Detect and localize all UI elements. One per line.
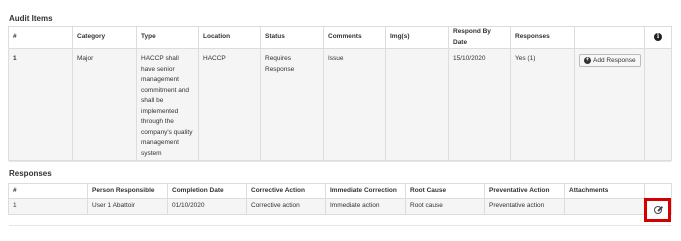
section-divider <box>9 161 671 162</box>
col-header-responses: Responses <box>510 26 575 49</box>
col-header-respond-by: Respond By Date <box>448 26 511 49</box>
audit-item-respond-by: 15/10/2020 <box>448 48 511 161</box>
resp-col-header-root-cause: Root Cause <box>405 183 485 199</box>
audit-item-category: Major <box>72 48 137 161</box>
col-header-info: i <box>644 26 672 49</box>
col-header-actions <box>574 26 645 49</box>
response-person: User 1 Abattoir <box>87 198 168 215</box>
responses-header-row: # Person Responsible Completion Date Cor… <box>8 183 672 199</box>
audit-item-row: 1 Major HACCP shall have senior manageme… <box>8 48 672 161</box>
col-header-status: Status <box>260 26 324 49</box>
response-corrective-action: Corrective action <box>246 198 326 215</box>
resp-col-header-attachments: Attachments <box>564 183 645 199</box>
audit-item-status: Requires Response <box>260 48 324 161</box>
audit-items-table: # Category Type Location Status Comments… <box>8 26 672 161</box>
info-icon[interactable]: i <box>654 33 662 42</box>
resp-col-header-corrective-action: Corrective Action <box>246 183 326 199</box>
response-row: 1 User 1 Abattoir 01/10/2020 Corrective … <box>8 198 672 215</box>
add-response-button[interactable]: + Add Response <box>579 54 641 67</box>
col-header-imgs: Img(s) <box>385 26 449 49</box>
audit-item-imgs <box>385 48 449 161</box>
response-num: 1 <box>8 198 88 215</box>
audit-item-num: 1 <box>8 48 73 161</box>
response-root-cause: Root cause <box>405 198 485 215</box>
edit-response-button[interactable] <box>644 198 671 222</box>
col-header-location: Location <box>198 26 261 49</box>
audit-item-type: HACCP shall have senior management commi… <box>136 48 199 161</box>
resp-col-header-preventative-action: Preventative Action <box>484 183 565 199</box>
edit-icon <box>653 206 662 214</box>
audit-item-comments: Issue <box>323 48 386 161</box>
resp-col-header-completion-date: Completion Date <box>167 183 247 199</box>
audit-item-actions-cell: + Add Response <box>574 48 645 161</box>
audit-item-location: HACCP <box>198 48 261 161</box>
plus-circle-icon: + <box>584 57 591 64</box>
resp-col-header-num: # <box>8 183 88 199</box>
response-preventative-action: Preventative action <box>484 198 565 215</box>
audit-item-info-cell <box>644 48 672 161</box>
responses-table: # Person Responsible Completion Date Cor… <box>8 183 672 215</box>
response-completion-date: 01/10/2020 <box>167 198 247 215</box>
resp-col-header-immediate-correction: Immediate Correction <box>325 183 406 199</box>
audit-items-title: Audit Items <box>9 14 53 23</box>
bottom-divider <box>9 225 671 226</box>
resp-col-header-actions <box>644 183 672 199</box>
col-header-comments: Comments <box>323 26 386 49</box>
audit-items-header-row: # Category Type Location Status Comments… <box>8 26 672 49</box>
col-header-num: # <box>8 26 73 49</box>
responses-title: Responses <box>9 169 52 178</box>
audit-item-responses: Yes (1) <box>510 48 575 161</box>
response-attachments <box>564 198 645 215</box>
col-header-category: Category <box>72 26 137 49</box>
col-header-type: Type <box>136 26 199 49</box>
resp-col-header-person: Person Responsible <box>87 183 168 199</box>
add-response-label: Add Response <box>593 57 636 64</box>
response-immediate-correction: Immediate action <box>325 198 406 215</box>
